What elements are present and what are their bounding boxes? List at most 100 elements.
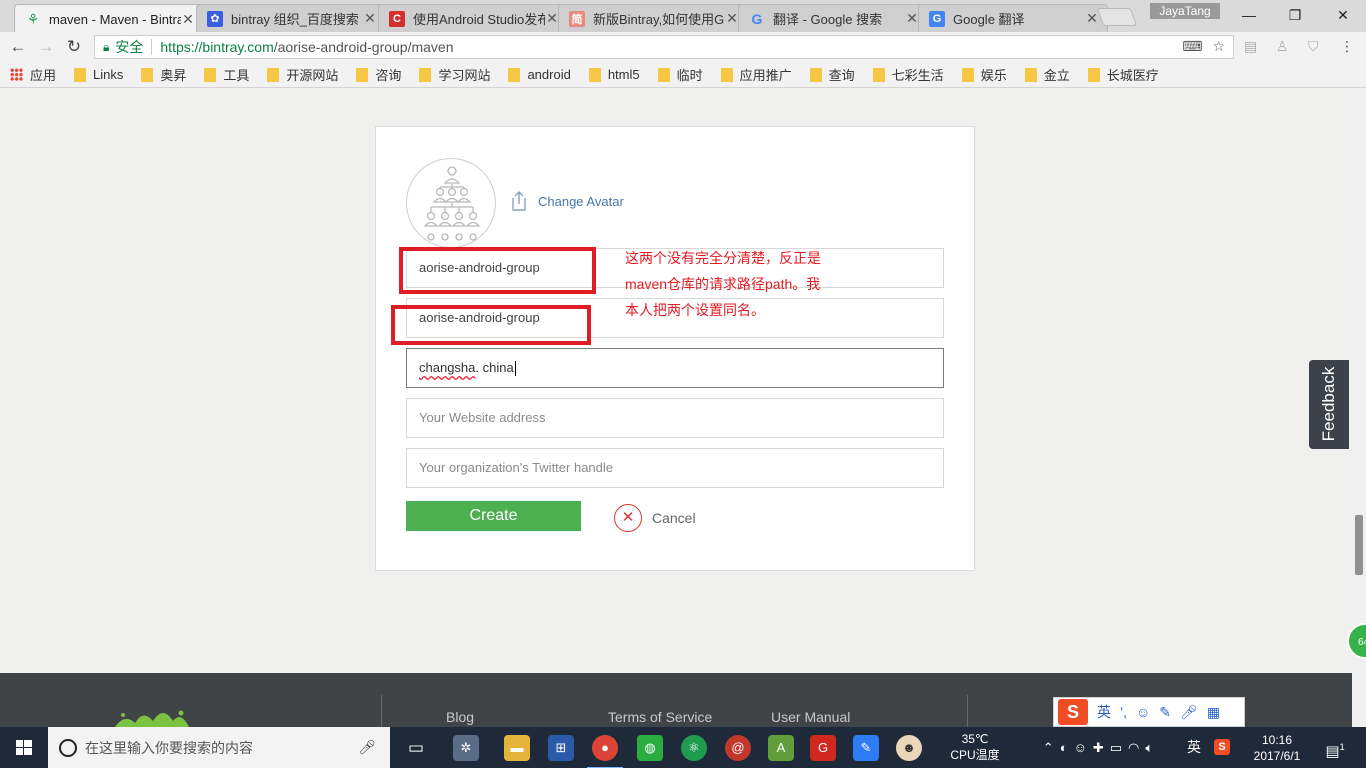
tab-google-search[interactable]: G 翻译 - Google 搜索 ✕	[738, 4, 928, 32]
tab-google-translate[interactable]: G Google 翻译 ✕	[918, 4, 1108, 32]
volume-icon[interactable]: 🔈︎	[1145, 740, 1159, 755]
plus-icon[interactable]: ✚	[1093, 740, 1110, 755]
bookmark-folder[interactable]: 开源网站	[267, 65, 338, 84]
ime-lang[interactable]: 英	[1097, 702, 1111, 722]
close-tab-icon[interactable]: ✕	[363, 10, 377, 27]
folder-icon	[720, 67, 733, 82]
address-bar[interactable]: 🔒︎ 安全 https://bintray.com /aorise-androi…	[94, 35, 1234, 59]
tab-maven-bintray[interactable]: ⚘ maven - Maven - Bintray ✕	[14, 4, 204, 33]
bookmark-folder[interactable]: 娱乐	[961, 65, 1007, 84]
forward-arrow-icon[interactable]: →	[34, 36, 58, 58]
notification-center-icon[interactable]: ▤1	[1320, 727, 1350, 768]
create-button[interactable]: Create	[406, 501, 581, 531]
extension-icon[interactable]: ♙	[1276, 38, 1289, 55]
bookmark-folder[interactable]: 奥昇	[141, 65, 186, 84]
android-studio-icon[interactable]: A	[768, 735, 794, 761]
close-tab-icon[interactable]: ✕	[905, 10, 919, 27]
chevron-up-icon[interactable]: ⌃	[1043, 740, 1060, 755]
grid-icon[interactable]: ▦	[1207, 704, 1220, 721]
restore-icon[interactable]: ❐	[1280, 4, 1310, 26]
website-input[interactable]: Your Website address	[406, 398, 944, 438]
extension-shield-icon[interactable]: ⛉	[1308, 38, 1319, 55]
qq-icon[interactable]: ◐	[1060, 740, 1074, 755]
speed-badge[interactable]: 64	[1347, 623, 1366, 659]
feedback-tab[interactable]: Feedback	[1309, 360, 1349, 449]
red-app-icon[interactable]: G	[810, 735, 836, 761]
change-avatar-link[interactable]: Change Avatar	[510, 190, 624, 212]
pen-icon[interactable]: ✎	[1159, 704, 1171, 721]
snail-app-icon[interactable]: @	[725, 735, 751, 761]
input-lang[interactable]: 英	[1184, 727, 1204, 768]
bookmark-folder[interactable]: Links	[74, 67, 123, 82]
face-icon[interactable]: ☺	[1074, 740, 1093, 755]
bookmark-folder[interactable]: 查询	[809, 65, 855, 84]
scrollbar-thumb[interactable]	[1355, 515, 1363, 575]
start-button[interactable]	[0, 727, 48, 768]
battery-icon[interactable]: ▭	[1110, 740, 1128, 755]
reload-icon[interactable]: ↻	[62, 36, 86, 58]
atom-icon[interactable]: ⚛	[681, 735, 707, 761]
back-arrow-icon[interactable]: ←	[6, 36, 30, 58]
location-input[interactable]: changsha. china	[406, 348, 944, 388]
clock-time: 10:16	[1261, 733, 1293, 747]
bookmark-folder[interactable]: 临时	[657, 65, 703, 84]
mic-icon[interactable]: 🎤︎	[1180, 704, 1198, 721]
annotation-box-org-name	[399, 247, 596, 294]
new-tab-button[interactable]	[1096, 8, 1138, 26]
clock[interactable]: 10:16 2017/6/1	[1244, 727, 1310, 768]
ime-toolbar[interactable]: S 英 ’, ☺ ✎ 🎤︎ ▦	[1053, 697, 1245, 727]
menu-icon[interactable]: ⋮	[1340, 38, 1354, 55]
chrome-icon[interactable]: ●	[587, 735, 623, 768]
pinwheel-app-icon[interactable]: ✲	[453, 735, 479, 761]
bookmark-star-icon[interactable]: ☆	[1212, 38, 1225, 55]
cancel-label: Cancel	[652, 510, 696, 526]
tab-csdn[interactable]: C 使用Android Studio发布 ✕	[378, 4, 568, 32]
close-window-icon[interactable]: ✕	[1328, 4, 1358, 26]
bookmark-folder[interactable]: 工具	[204, 65, 249, 84]
file-explorer-icon[interactable]: ▬	[504, 735, 530, 761]
note-app-icon[interactable]: ✎	[853, 735, 879, 761]
bookmark-folder[interactable]: html5	[588, 67, 640, 82]
bookmark-folder[interactable]: 咨询	[356, 65, 401, 84]
footer-link-blog[interactable]: Blog	[446, 709, 474, 725]
wechat-icon[interactable]: ◍	[637, 735, 663, 761]
close-tab-icon[interactable]: ✕	[725, 10, 739, 27]
task-view-icon[interactable]: ▭	[403, 735, 429, 761]
bookmark-folder[interactable]: 长城医疗	[1087, 65, 1159, 84]
system-tray-icons[interactable]: ⌃◐☺✚▭◠🔈︎	[1016, 727, 1186, 768]
store-icon[interactable]: ⊞	[548, 735, 574, 761]
annotation-note: 这两个没有完全分清楚，反正是 maven仓库的请求路径path。我 本人把两个设…	[625, 245, 855, 323]
extension-reader-icon[interactable]: ▤	[1244, 38, 1257, 55]
tab-jianshu[interactable]: 简 新版Bintray,如何使用G ✕	[558, 4, 748, 32]
close-tab-icon[interactable]: ✕	[181, 11, 195, 28]
close-tab-icon[interactable]: ✕	[545, 10, 559, 27]
footer-link-user-manual[interactable]: User Manual	[771, 709, 850, 725]
sogou-tray-icon[interactable]: S	[1212, 727, 1232, 768]
cpu-temp-widget[interactable]: 35℃ CPU温度	[946, 727, 1004, 768]
cancel-button[interactable]: ✕ Cancel	[614, 504, 696, 532]
org-hierarchy-icon	[423, 166, 481, 241]
bookmark-folder[interactable]: 金立	[1024, 65, 1070, 84]
footer-link-terms[interactable]: Terms of Service	[608, 709, 712, 725]
punctuation-icon[interactable]: ’,	[1120, 704, 1127, 720]
profile-name[interactable]: JayaTang	[1150, 3, 1220, 19]
twitter-input[interactable]: Your organization's Twitter handle	[406, 448, 944, 488]
avatar-app-icon[interactable]: ☻	[896, 735, 922, 761]
translate-icon[interactable]: ⌨︎	[1182, 38, 1202, 55]
bookmark-folder[interactable]: 七彩生活	[872, 65, 944, 84]
org-avatar[interactable]	[406, 158, 496, 248]
mic-icon[interactable]: 🎤︎	[358, 739, 376, 756]
minimize-icon[interactable]: —	[1234, 4, 1264, 26]
bookmark-folder[interactable]: 学习网站	[419, 65, 490, 84]
bookmark-folder[interactable]: android	[508, 67, 571, 82]
wifi-icon[interactable]: ◠	[1128, 740, 1145, 755]
emoji-icon[interactable]: ☺	[1136, 704, 1150, 720]
folder-icon	[588, 67, 601, 82]
bookmark-apps[interactable]: 应用	[10, 65, 56, 84]
bookmark-label: 娱乐	[980, 68, 1007, 83]
taskbar-search[interactable]: 在这里输入你要搜索的内容 🎤︎	[48, 727, 390, 768]
close-tab-icon[interactable]: ✕	[1085, 10, 1099, 27]
bookmark-folder[interactable]: 应用推广	[720, 65, 792, 84]
tab-baidu[interactable]: ✿ bintray 组织_百度搜索 ✕	[196, 4, 386, 32]
csdn-icon: C	[389, 10, 405, 27]
